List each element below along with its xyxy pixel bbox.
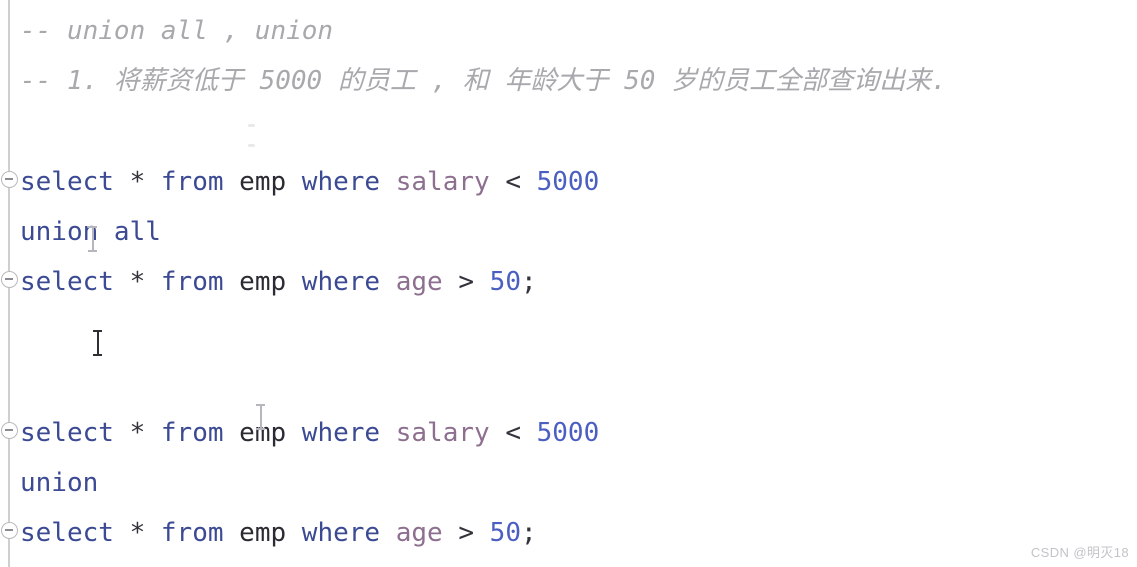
token-kw: select <box>20 167 114 197</box>
token-op <box>114 167 130 197</box>
code-line-4[interactable]: select * from emp where salary < 5000 <box>20 167 599 197</box>
token-op <box>474 267 490 297</box>
token-op <box>380 167 396 197</box>
token-col: age <box>395 518 443 548</box>
token-op <box>286 167 302 197</box>
token-kw: where <box>301 418 381 448</box>
token-col: salary <box>395 418 490 448</box>
mouse-ibeam-pointer <box>93 330 102 356</box>
token-ident: emp <box>239 518 287 548</box>
token-op <box>490 418 506 448</box>
token-op: > <box>458 518 475 548</box>
token-op <box>224 518 240 548</box>
token-op: < <box>505 167 521 197</box>
code-line-10[interactable]: select * from emp where salary < 5000 <box>20 418 599 448</box>
token-op <box>443 267 459 297</box>
token-ident: emp <box>239 267 287 297</box>
sql-code-editor[interactable]: -- union all , union -- 1. 将薪资低于 5000 的员工… <box>0 0 1137 567</box>
token-op <box>114 418 130 448</box>
token-op: * <box>129 418 146 448</box>
token-op <box>145 167 161 197</box>
token-punct: ; <box>520 267 537 297</box>
token-op <box>286 267 302 297</box>
token-op <box>224 418 240 448</box>
token-punct: ; <box>520 518 537 548</box>
token-kw: from <box>160 167 224 197</box>
token-op <box>145 518 161 548</box>
token-col: salary <box>395 167 490 197</box>
code-line-6[interactable]: select * from emp where age > 50; <box>20 267 537 297</box>
token-op: > <box>458 267 475 297</box>
token-op <box>286 418 302 448</box>
text-caret-emp-line10 <box>256 404 265 430</box>
token-op <box>380 267 396 297</box>
token-comment: -- union all , union <box>20 16 334 46</box>
token-kw: from <box>160 267 224 297</box>
token-op: < <box>505 418 521 448</box>
token-op <box>380 418 396 448</box>
token-col: age <box>395 267 443 297</box>
token-kw: where <box>301 267 381 297</box>
token-op: * <box>129 518 146 548</box>
token-kw: from <box>160 518 224 548</box>
token-kw: select <box>20 267 114 297</box>
token-num: 5000 <box>536 418 600 448</box>
csdn-watermark: CSDN @明灭18 <box>1030 545 1129 560</box>
token-op <box>521 167 537 197</box>
token-kw: select <box>20 518 114 548</box>
token-op <box>443 518 459 548</box>
token-kw: union <box>20 468 99 498</box>
token-op <box>474 518 490 548</box>
token-op <box>380 518 396 548</box>
token-num: 5000 <box>536 167 600 197</box>
token-op <box>145 267 161 297</box>
code-line-12[interactable]: select * from emp where age > 50; <box>20 518 537 548</box>
token-comment: -- 1. 将薪资低于 5000 的员工 , 和 年龄大于 50 岁的员工全部查… <box>20 66 947 96</box>
render-speck-0 <box>248 124 255 127</box>
code-line-1[interactable]: -- union all , union <box>20 16 333 46</box>
token-num: 50 <box>489 267 521 297</box>
token-kw: where <box>301 518 381 548</box>
token-op <box>145 418 161 448</box>
token-kw: where <box>301 167 381 197</box>
token-op <box>490 167 506 197</box>
token-kw: select <box>20 418 114 448</box>
text-caret-union-all <box>88 226 97 252</box>
token-op <box>224 167 240 197</box>
code-line-2[interactable]: -- 1. 将薪资低于 5000 的员工 , 和 年龄大于 50 岁的员工全部查… <box>20 66 947 96</box>
token-op <box>224 267 240 297</box>
token-op <box>286 518 302 548</box>
render-speck-1 <box>248 144 255 147</box>
code-content-area[interactable]: -- union all , union -- 1. 将薪资低于 5000 的员工… <box>0 0 1137 567</box>
token-kw: from <box>160 418 224 448</box>
token-op <box>114 267 130 297</box>
token-op: * <box>129 167 146 197</box>
token-num: 50 <box>489 518 521 548</box>
token-op <box>521 418 537 448</box>
token-op: * <box>129 267 146 297</box>
token-ident: emp <box>239 167 287 197</box>
code-line-11[interactable]: union <box>20 468 98 498</box>
token-op <box>114 518 130 548</box>
